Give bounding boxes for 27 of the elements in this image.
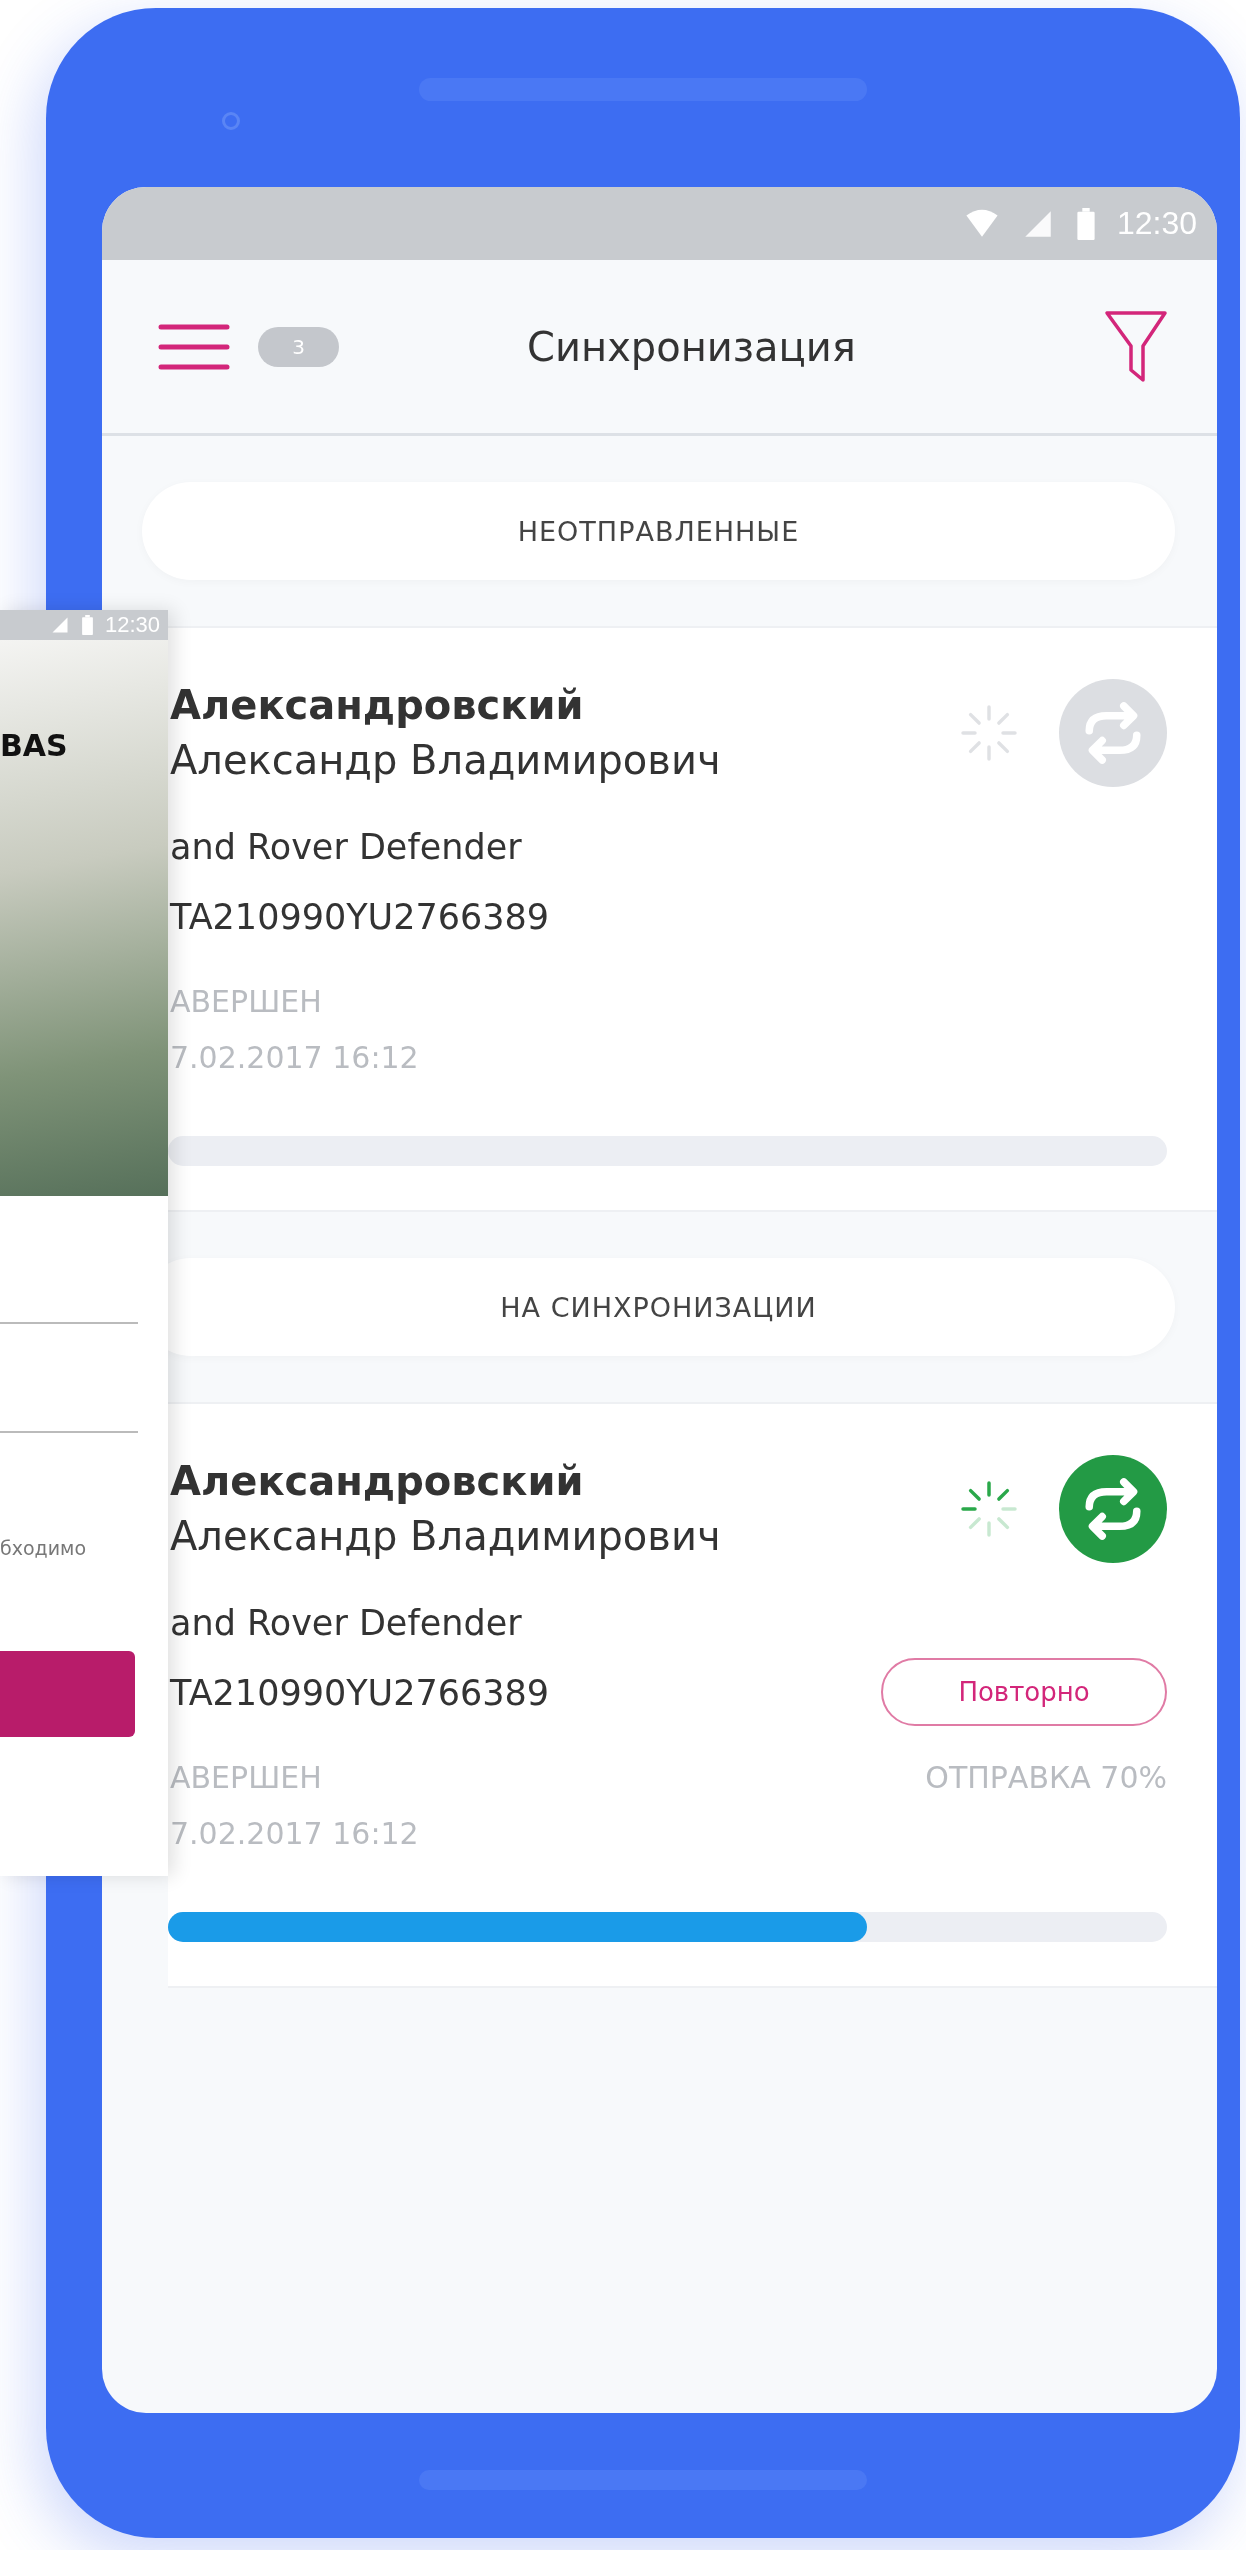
progress-label: ОТПРАВКА 70% xyxy=(925,1759,1167,1797)
camera-dot xyxy=(222,112,240,130)
vin-number: TA210990YU2766389 xyxy=(170,1672,550,1715)
sync-card[interactable]: Александровский Александр Владимирович and Rover Defender TA210990YU2766389 АВЕРШЕН 7.02.2017 16:12 xyxy=(168,626,1217,1212)
count-badge: 3 xyxy=(258,326,339,367)
submit-button[interactable] xyxy=(0,1651,135,1737)
status-label: АВЕРШЕН xyxy=(170,983,323,1021)
vin-number: TA210990YU2766389 xyxy=(170,896,550,939)
screen-title: Синхронизация xyxy=(526,323,857,370)
person-surname: Александровский xyxy=(170,681,585,730)
date-time: 7.02.2017 16:12 xyxy=(170,1039,419,1077)
battery-icon xyxy=(81,615,93,635)
car-model: and Rover Defender xyxy=(170,826,523,869)
retry-button[interactable]: Повторно xyxy=(881,1658,1167,1726)
banner-title: BAS xyxy=(0,728,68,763)
person-name: Александр Владимирович xyxy=(170,1512,722,1561)
person-name: Александр Владимирович xyxy=(170,736,722,785)
sync-icon[interactable] xyxy=(1059,1455,1167,1563)
hint-text: бходимо xyxy=(0,1537,88,1559)
status-label: АВЕРШЕН xyxy=(170,1759,323,1797)
date-time: 7.02.2017 16:12 xyxy=(170,1815,419,1853)
filter-icon[interactable] xyxy=(1104,309,1168,384)
person-surname: Александровский xyxy=(170,1457,585,1506)
car-model: and Rover Defender xyxy=(170,1602,523,1645)
battery-icon xyxy=(1076,207,1095,240)
section-header: НЕОТПРАВЛЕННЫЕ xyxy=(142,482,1175,580)
sync-card[interactable]: Александровский Александр Владимирович and Rover Defender TA210990YU2766389 Повторно АВЕРШЕН 7.02.2017 16:12 ОТПРАВКА 70% xyxy=(168,1402,1217,1988)
